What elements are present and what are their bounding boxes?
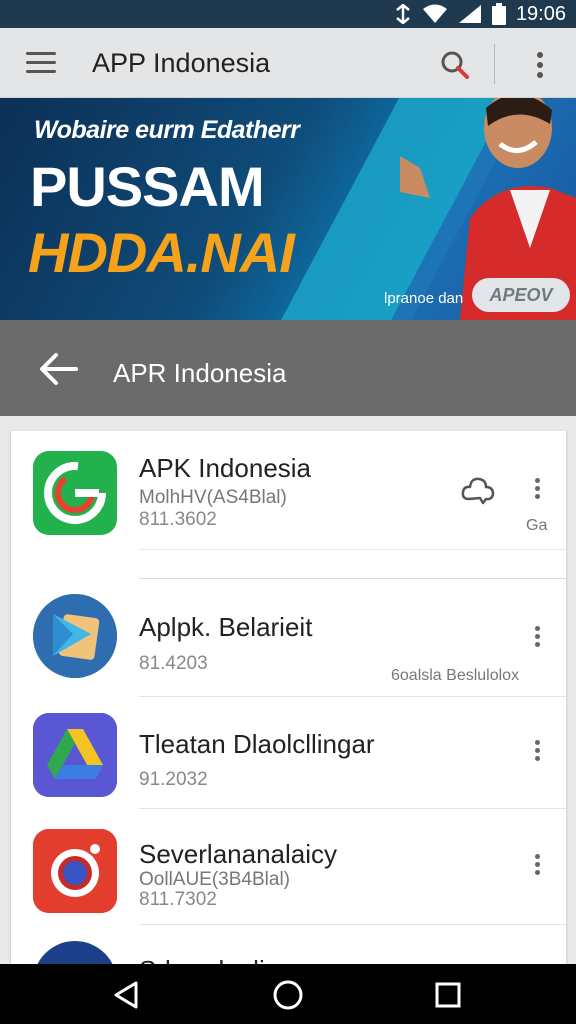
more-vert-icon[interactable] [527, 623, 547, 653]
app-version: 811.3602 [139, 509, 217, 530]
promo-banner[interactable]: Wobaire eurm Edatherr PUSSAM HDDA.NAI lp… [0, 98, 576, 320]
side-label: Ga [526, 517, 548, 534]
status-time: 19:06 [515, 2, 566, 25]
sub-header-title: APR Indonesia [113, 358, 287, 388]
cloud-action-icon[interactable] [461, 473, 495, 505]
signal-icon [458, 5, 481, 23]
more-vert-icon[interactable] [527, 737, 547, 767]
app-name: Srlwaolaolin [139, 955, 279, 964]
banner-headline-accent: HDDA.NAI [28, 221, 295, 284]
list-item[interactable]: Severlananalaicy OollAUE(3B4Blal) 811.73… [11, 809, 566, 925]
app-list: APK Indonesia MolhHV(AS4Blal) 811.3602 G… [11, 431, 566, 964]
back-arrow-icon[interactable] [38, 352, 78, 386]
list-item[interactable]: Aplpk. Belarieit 81.4203 6oalsla Beslulo… [11, 579, 566, 697]
list-item[interactable]: APK Indonesia MolhHV(AS4Blal) 811.3602 G… [11, 431, 566, 579]
app-name: Severlananalaicy [139, 839, 338, 869]
app-version: 81.4203 [139, 653, 208, 674]
app-subtitle: MolhHV(AS4Blal) [139, 487, 287, 508]
list-item[interactable]: Tleatan Dlaolcllingar 91.2032 [11, 697, 566, 809]
play-icon [33, 594, 117, 678]
more-vert-icon[interactable] [527, 851, 547, 881]
partial-app-icon [33, 941, 117, 964]
more-vert-icon[interactable] [527, 475, 547, 505]
recents-nav-icon[interactable] [434, 981, 462, 1009]
banner-small-text: lpranoe dan [384, 290, 464, 307]
app-name: APK Indonesia [139, 453, 312, 483]
side-label: 6oalsla Beslulolox [391, 667, 520, 684]
camera-icon [33, 829, 117, 913]
app-version: 91.2032 [139, 769, 208, 790]
banner-tagline: Wobaire eurm Edatherr [34, 116, 300, 144]
home-nav-icon[interactable] [272, 979, 304, 1011]
divider [139, 549, 566, 550]
app-title: APP Indonesia [92, 48, 271, 78]
g-logo-icon [33, 451, 117, 535]
more-vert-icon[interactable] [528, 50, 552, 80]
app-name: Tleatan Dlaolcllingar [139, 729, 375, 759]
status-icons: 19:06 [394, 0, 566, 28]
status-bar: 19:06 [0, 0, 576, 28]
system-nav-bar [0, 964, 576, 1024]
sub-header: APR Indonesia [0, 320, 576, 416]
battery-icon [491, 3, 506, 25]
data-icon [396, 4, 410, 24]
toolbar-divider [494, 44, 495, 84]
app-bar: APP Indonesia [0, 28, 576, 98]
app-subtitle: OollAUE(3B4Blal) [139, 869, 290, 890]
app-name: Aplpk. Belarieit [139, 612, 313, 642]
app-version: 811.7302 [139, 889, 217, 910]
drive-icon [33, 713, 117, 797]
back-nav-icon[interactable] [112, 980, 142, 1010]
menu-icon[interactable] [26, 52, 56, 74]
search-icon[interactable] [440, 50, 470, 80]
wifi-icon [422, 4, 447, 23]
list-item[interactable]: Srlwaolaolin [11, 925, 566, 964]
banner-headline: PUSSAM [30, 155, 265, 218]
banner-cta-button[interactable]: APEOV [472, 278, 570, 312]
